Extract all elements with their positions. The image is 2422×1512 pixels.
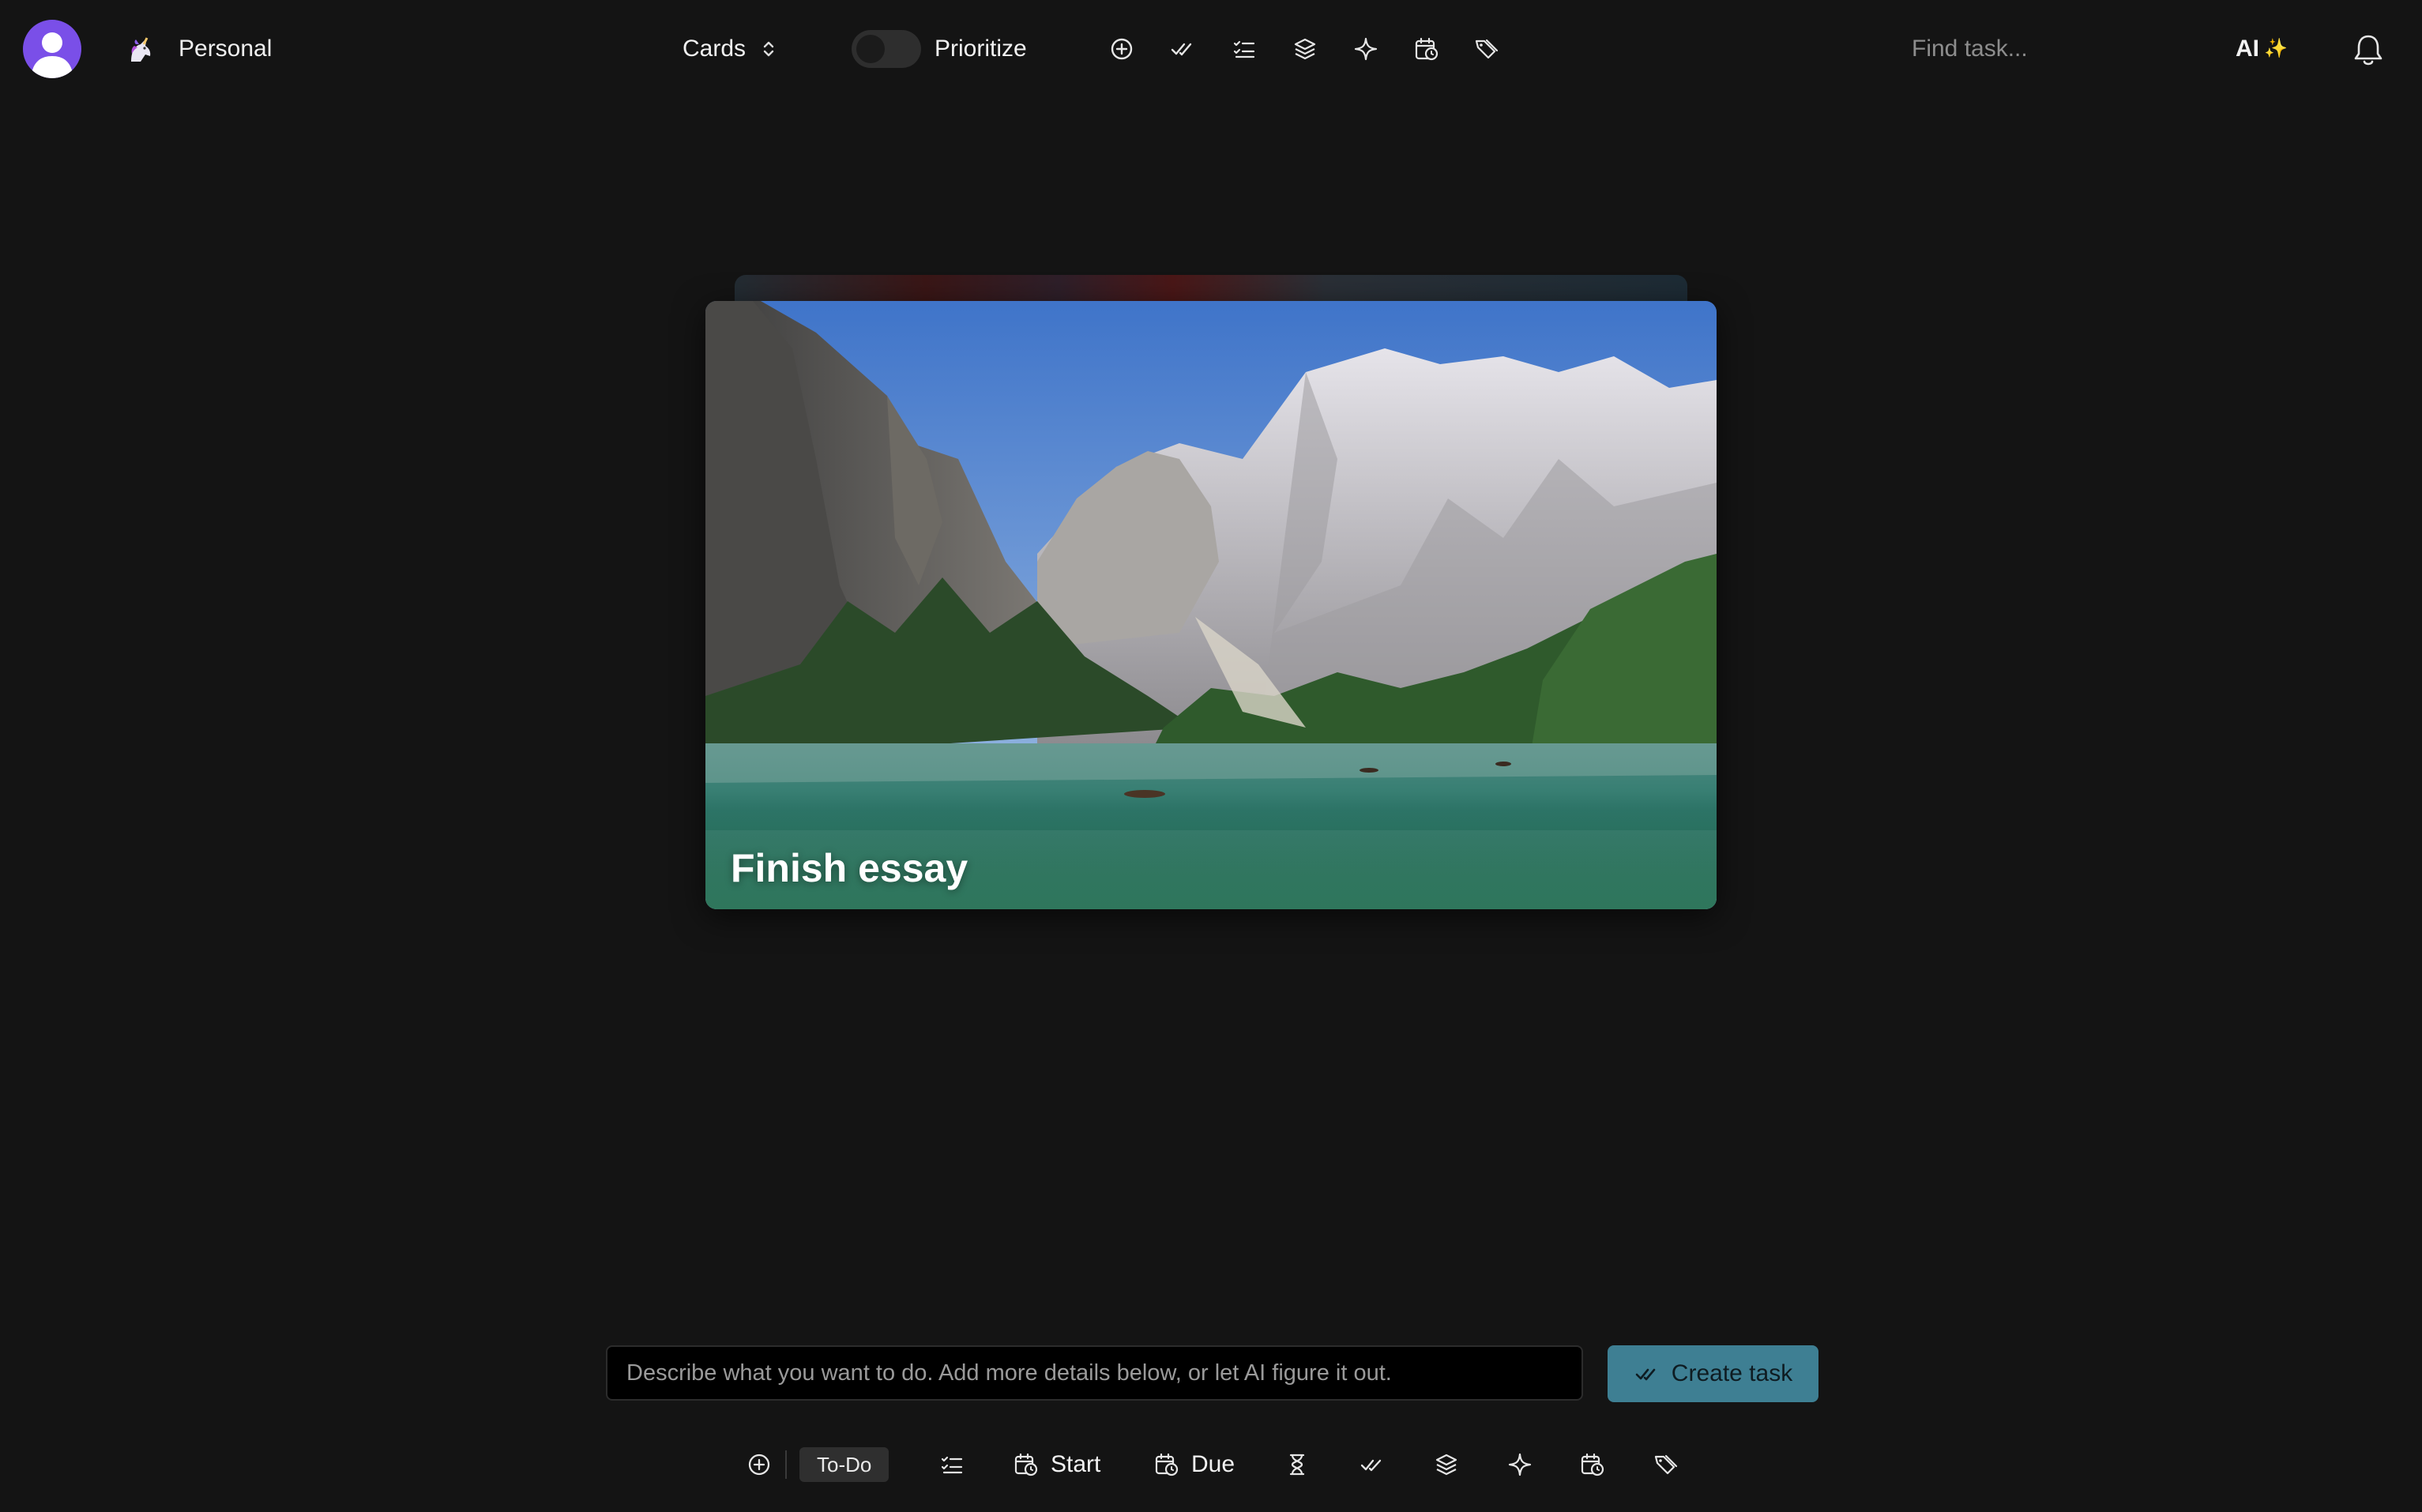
- layers-icon[interactable]: [1291, 35, 1319, 63]
- layers-icon[interactable]: [1433, 1450, 1460, 1479]
- start-date-button[interactable]: Start: [1013, 1450, 1100, 1479]
- prioritize-label: Prioritize: [935, 36, 1027, 62]
- ai-label: AI: [2236, 36, 2259, 62]
- calendar-clock-icon[interactable]: [1579, 1450, 1606, 1479]
- top-bar: Personal Cards Prioritize Find task... A…: [0, 0, 2422, 98]
- toggle-knob: [856, 35, 885, 63]
- checklist-icon[interactable]: [1230, 35, 1258, 63]
- lake-mountain-image: [705, 301, 1717, 909]
- ai-button[interactable]: AI ✨: [2236, 33, 2288, 65]
- start-label: Start: [1051, 1451, 1101, 1477]
- task-card[interactable]: Finish essay: [705, 301, 1717, 909]
- bell-icon[interactable]: [2351, 32, 2386, 68]
- tags-icon[interactable]: [1652, 1450, 1679, 1479]
- workspace-name[interactable]: Personal: [179, 33, 272, 65]
- task-card-title: Finish essay: [731, 846, 968, 890]
- calendar-clock-icon: [1155, 1453, 1179, 1476]
- view-mode-select[interactable]: Cards: [683, 33, 777, 65]
- calendar-clock-icon[interactable]: [1412, 35, 1441, 63]
- double-check-icon[interactable]: [1359, 1450, 1386, 1479]
- add-task-icon[interactable]: [1108, 35, 1136, 63]
- chevron-up-down-icon: [763, 41, 774, 57]
- due-date-button[interactable]: Due: [1153, 1450, 1235, 1479]
- checklist-icon[interactable]: [938, 1450, 965, 1479]
- add-subtask-icon[interactable]: [746, 1450, 773, 1479]
- find-task-input[interactable]: [1912, 28, 2172, 70]
- task-description-input[interactable]: [606, 1345, 1583, 1401]
- tags-icon[interactable]: [1472, 35, 1500, 63]
- sparkle-icon[interactable]: [1506, 1450, 1533, 1479]
- create-task-button[interactable]: Create task: [1608, 1345, 1818, 1402]
- sparkles-icon: ✨: [2264, 38, 2288, 59]
- due-label: Due: [1191, 1451, 1235, 1477]
- unicorn-icon: [125, 35, 155, 65]
- hourglass-icon[interactable]: [1284, 1450, 1311, 1479]
- double-check-icon: [1635, 1368, 1656, 1381]
- status-chip[interactable]: To-Do: [799, 1447, 889, 1482]
- user-avatar[interactable]: [23, 20, 81, 78]
- double-check-icon[interactable]: [1168, 35, 1197, 63]
- user-icon: [31, 32, 73, 78]
- view-mode-label: Cards: [683, 36, 747, 62]
- toolbar-divider: [785, 1450, 787, 1479]
- prioritize-toggle[interactable]: [852, 30, 921, 68]
- app-page: Personal Cards Prioritize Find task... A…: [0, 0, 2422, 1512]
- sparkle-icon[interactable]: [1352, 35, 1380, 63]
- calendar-clock-icon: [1014, 1453, 1038, 1476]
- create-task-label: Create task: [1671, 1360, 1793, 1386]
